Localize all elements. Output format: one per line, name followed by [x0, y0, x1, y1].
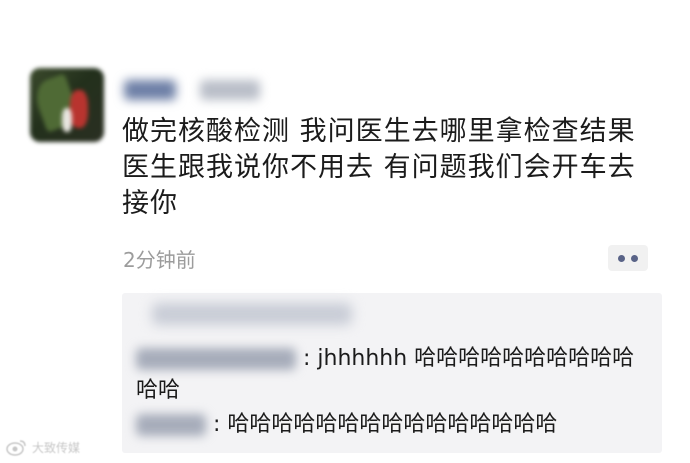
post-text-line: 接你	[122, 188, 178, 219]
watermark-text: 大致传媒	[32, 440, 81, 455]
comment-author-blurred[interactable]	[136, 348, 296, 370]
post-text-line: 医生跟我说你不用去 有问题我们会开车去	[122, 152, 636, 183]
comment-author-blurred[interactable]	[136, 414, 206, 436]
more-dots-icon	[631, 254, 638, 262]
post-text: 做完核酸检测 我问医生去哪里拿检查结果 医生跟我说你不用去 有问题我们会开车去 …	[122, 114, 682, 222]
more-dots-icon	[618, 254, 625, 262]
comment-item[interactable]: : 哈哈哈哈哈哈哈哈哈哈哈哈哈哈哈	[136, 409, 636, 441]
post-avatar[interactable]	[30, 68, 104, 142]
comment-item[interactable]: : jhhhhhh 哈哈哈哈哈哈哈哈哈哈哈哈	[136, 343, 636, 407]
author-tag-blurred	[200, 80, 260, 100]
more-button[interactable]	[608, 245, 648, 271]
comments-section: : jhhhhhh 哈哈哈哈哈哈哈哈哈哈哈哈 : 哈哈哈哈哈哈哈哈哈哈哈哈哈哈哈	[122, 293, 662, 453]
likes-row-blurred	[152, 303, 352, 325]
post-text-line: 做完核酸检测 我问医生去哪里拿检查结果	[122, 116, 636, 147]
author-name-blurred[interactable]	[124, 80, 176, 100]
comment-text: : 哈哈哈哈哈哈哈哈哈哈哈哈哈哈哈	[213, 412, 558, 437]
avatar-red-shape	[70, 90, 88, 128]
post-time: 2分钟前	[123, 248, 196, 272]
watermark: 大致传媒	[6, 438, 80, 456]
weibo-logo-icon	[6, 438, 28, 456]
avatar-white-shape	[62, 108, 72, 132]
